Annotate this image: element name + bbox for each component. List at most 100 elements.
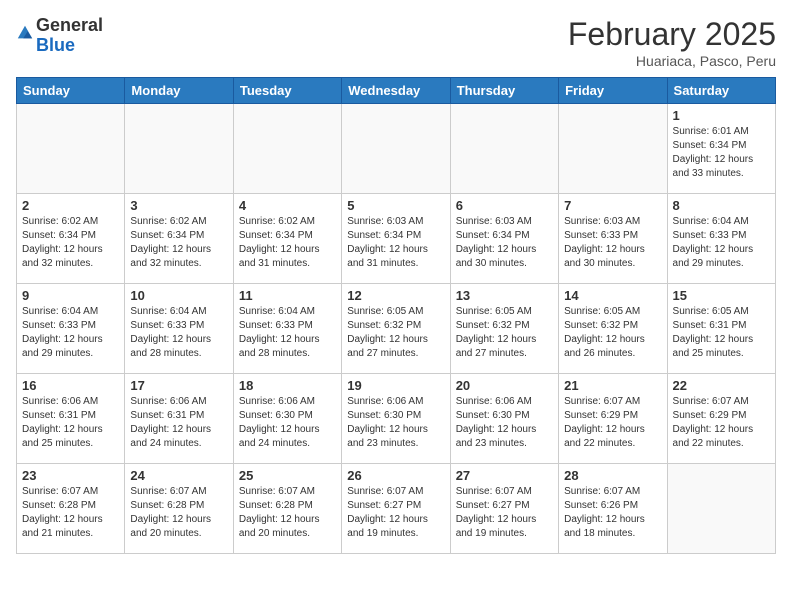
- day-number: 13: [456, 288, 553, 303]
- calendar-cell: 2Sunrise: 6:02 AM Sunset: 6:34 PM Daylig…: [17, 194, 125, 284]
- day-number: 10: [130, 288, 227, 303]
- weekday-header: Tuesday: [233, 78, 341, 104]
- calendar-cell: 18 Sunrise: 6:06 AM Sunset: 6:30 PM Dayli…: [233, 374, 341, 464]
- day-info: Sunrise: 6:05 AM Sunset: 6:32 PM Dayligh…: [347, 305, 444, 361]
- calendar-cell: 9 Sunrise: 6:04 AM Sunset: 6:33 PM Daylig…: [17, 284, 125, 374]
- day-number: 23: [22, 468, 119, 483]
- calendar-cell: 4 Sunrise: 6:02 AM Sunset: 6:34 PM Daylig…: [233, 194, 341, 284]
- weekday-row: SundayMondayTuesdayWednesdayThursdayFrid…: [17, 78, 776, 104]
- calendar-cell: 21 Sunrise: 6:07 AM Sunset: 6:29 PM Dayli…: [559, 374, 667, 464]
- day-info: Sunrise: 6:06 AM Sunset: 6:30 PM Dayligh…: [239, 395, 336, 451]
- calendar-cell: 23 Sunrise: 6:07 AM Sunset: 6:28 PM Dayli…: [17, 464, 125, 554]
- location: Huariaca, Pasco, Peru: [568, 53, 776, 69]
- day-number: 21: [564, 378, 661, 393]
- calendar-cell: 7Sunrise: 6:03 AM Sunset: 6:33 PM Daylig…: [559, 194, 667, 284]
- calendar-cell: 17 Sunrise: 6:06 AM Sunset: 6:31 PM Dayli…: [125, 374, 233, 464]
- day-info: Sunrise: 6:07 AM Sunset: 6:29 PM Dayligh…: [564, 395, 661, 451]
- weekday-header: Monday: [125, 78, 233, 104]
- day-info: Sunrise: 6:04 AM Sunset: 6:33 PM Dayligh…: [130, 305, 227, 361]
- day-info: Sunrise: 6:06 AM Sunset: 6:31 PM Dayligh…: [22, 395, 119, 451]
- day-number: 4: [239, 198, 336, 213]
- day-info: Sunrise: 6:04 AM Sunset: 6:33 PM Dayligh…: [673, 215, 770, 271]
- day-info: Sunrise: 6:05 AM Sunset: 6:32 PM Dayligh…: [456, 305, 553, 361]
- day-number: 9: [22, 288, 119, 303]
- day-number: 12: [347, 288, 444, 303]
- calendar-cell: [125, 104, 233, 194]
- day-info: Sunrise: 6:07 AM Sunset: 6:29 PM Dayligh…: [673, 395, 770, 451]
- calendar-cell: 8 Sunrise: 6:04 AM Sunset: 6:33 PM Daylig…: [667, 194, 775, 284]
- day-info: Sunrise: 6:07 AM Sunset: 6:27 PM Dayligh…: [456, 485, 553, 541]
- month-title: February 2025: [568, 16, 776, 53]
- logo-icon: [16, 24, 34, 42]
- calendar-cell: [450, 104, 558, 194]
- calendar-cell: [233, 104, 341, 194]
- day-info: Sunrise: 6:07 AM Sunset: 6:28 PM Dayligh…: [22, 485, 119, 541]
- day-info: Sunrise: 6:05 AM Sunset: 6:32 PM Dayligh…: [564, 305, 661, 361]
- day-number: 14: [564, 288, 661, 303]
- calendar-cell: 14 Sunrise: 6:05 AM Sunset: 6:32 PM Dayli…: [559, 284, 667, 374]
- day-info: Sunrise: 6:03 AM Sunset: 6:34 PM Dayligh…: [347, 215, 444, 271]
- day-number: 28: [564, 468, 661, 483]
- day-number: 18: [239, 378, 336, 393]
- page-header: General Blue February 2025 Huariaca, Pas…: [16, 16, 776, 69]
- day-number: 2: [22, 198, 119, 213]
- calendar-cell: 11Sunrise: 6:04 AM Sunset: 6:33 PM Dayli…: [233, 284, 341, 374]
- day-number: 3: [130, 198, 227, 213]
- day-info: Sunrise: 6:04 AM Sunset: 6:33 PM Dayligh…: [22, 305, 119, 361]
- day-number: 5: [347, 198, 444, 213]
- calendar-cell: 6 Sunrise: 6:03 AM Sunset: 6:34 PM Daylig…: [450, 194, 558, 284]
- day-number: 17: [130, 378, 227, 393]
- calendar-cell: 27 Sunrise: 6:07 AM Sunset: 6:27 PM Dayli…: [450, 464, 558, 554]
- day-number: 19: [347, 378, 444, 393]
- calendar-cell: 5 Sunrise: 6:03 AM Sunset: 6:34 PM Daylig…: [342, 194, 450, 284]
- day-number: 27: [456, 468, 553, 483]
- day-info: Sunrise: 6:02 AM Sunset: 6:34 PM Dayligh…: [239, 215, 336, 271]
- day-info: Sunrise: 6:06 AM Sunset: 6:31 PM Dayligh…: [130, 395, 227, 451]
- day-number: 16: [22, 378, 119, 393]
- calendar-body: 1Sunrise: 6:01 AM Sunset: 6:34 PM Daylig…: [17, 104, 776, 554]
- logo-text: General Blue: [36, 16, 103, 56]
- day-number: 1: [673, 108, 770, 123]
- calendar-cell: 19 Sunrise: 6:06 AM Sunset: 6:30 PM Dayli…: [342, 374, 450, 464]
- logo-blue: Blue: [36, 35, 75, 55]
- day-number: 25: [239, 468, 336, 483]
- calendar-cell: 3 Sunrise: 6:02 AM Sunset: 6:34 PM Daylig…: [125, 194, 233, 284]
- day-number: 8: [673, 198, 770, 213]
- calendar-cell: [667, 464, 775, 554]
- calendar-week-row: 9 Sunrise: 6:04 AM Sunset: 6:33 PM Daylig…: [17, 284, 776, 374]
- calendar-cell: 24Sunrise: 6:07 AM Sunset: 6:28 PM Dayli…: [125, 464, 233, 554]
- day-info: Sunrise: 6:07 AM Sunset: 6:28 PM Dayligh…: [239, 485, 336, 541]
- weekday-header: Friday: [559, 78, 667, 104]
- weekday-header: Sunday: [17, 78, 125, 104]
- day-number: 6: [456, 198, 553, 213]
- day-number: 15: [673, 288, 770, 303]
- day-info: Sunrise: 6:02 AM Sunset: 6:34 PM Dayligh…: [130, 215, 227, 271]
- calendar-cell: 15Sunrise: 6:05 AM Sunset: 6:31 PM Dayli…: [667, 284, 775, 374]
- calendar-cell: 20Sunrise: 6:06 AM Sunset: 6:30 PM Dayli…: [450, 374, 558, 464]
- logo: General Blue: [16, 16, 103, 56]
- weekday-header: Saturday: [667, 78, 775, 104]
- calendar-cell: 22Sunrise: 6:07 AM Sunset: 6:29 PM Dayli…: [667, 374, 775, 464]
- day-info: Sunrise: 6:04 AM Sunset: 6:33 PM Dayligh…: [239, 305, 336, 361]
- calendar-cell: [559, 104, 667, 194]
- logo-general: General: [36, 15, 103, 35]
- calendar-cell: 16 Sunrise: 6:06 AM Sunset: 6:31 PM Dayli…: [17, 374, 125, 464]
- calendar-cell: 12 Sunrise: 6:05 AM Sunset: 6:32 PM Dayli…: [342, 284, 450, 374]
- calendar-cell: 10 Sunrise: 6:04 AM Sunset: 6:33 PM Dayli…: [125, 284, 233, 374]
- day-info: Sunrise: 6:03 AM Sunset: 6:34 PM Dayligh…: [456, 215, 553, 271]
- calendar-cell: 1Sunrise: 6:01 AM Sunset: 6:34 PM Daylig…: [667, 104, 775, 194]
- calendar-week-row: 23 Sunrise: 6:07 AM Sunset: 6:28 PM Dayli…: [17, 464, 776, 554]
- day-number: 7: [564, 198, 661, 213]
- calendar-cell: 25 Sunrise: 6:07 AM Sunset: 6:28 PM Dayli…: [233, 464, 341, 554]
- day-number: 24: [130, 468, 227, 483]
- weekday-header: Wednesday: [342, 78, 450, 104]
- calendar-header: SundayMondayTuesdayWednesdayThursdayFrid…: [17, 78, 776, 104]
- calendar-table: SundayMondayTuesdayWednesdayThursdayFrid…: [16, 77, 776, 554]
- day-info: Sunrise: 6:06 AM Sunset: 6:30 PM Dayligh…: [456, 395, 553, 451]
- calendar-week-row: 16 Sunrise: 6:06 AM Sunset: 6:31 PM Dayli…: [17, 374, 776, 464]
- calendar-cell: 28Sunrise: 6:07 AM Sunset: 6:26 PM Dayli…: [559, 464, 667, 554]
- title-block: February 2025 Huariaca, Pasco, Peru: [568, 16, 776, 69]
- day-info: Sunrise: 6:06 AM Sunset: 6:30 PM Dayligh…: [347, 395, 444, 451]
- weekday-header: Thursday: [450, 78, 558, 104]
- calendar-cell: 26Sunrise: 6:07 AM Sunset: 6:27 PM Dayli…: [342, 464, 450, 554]
